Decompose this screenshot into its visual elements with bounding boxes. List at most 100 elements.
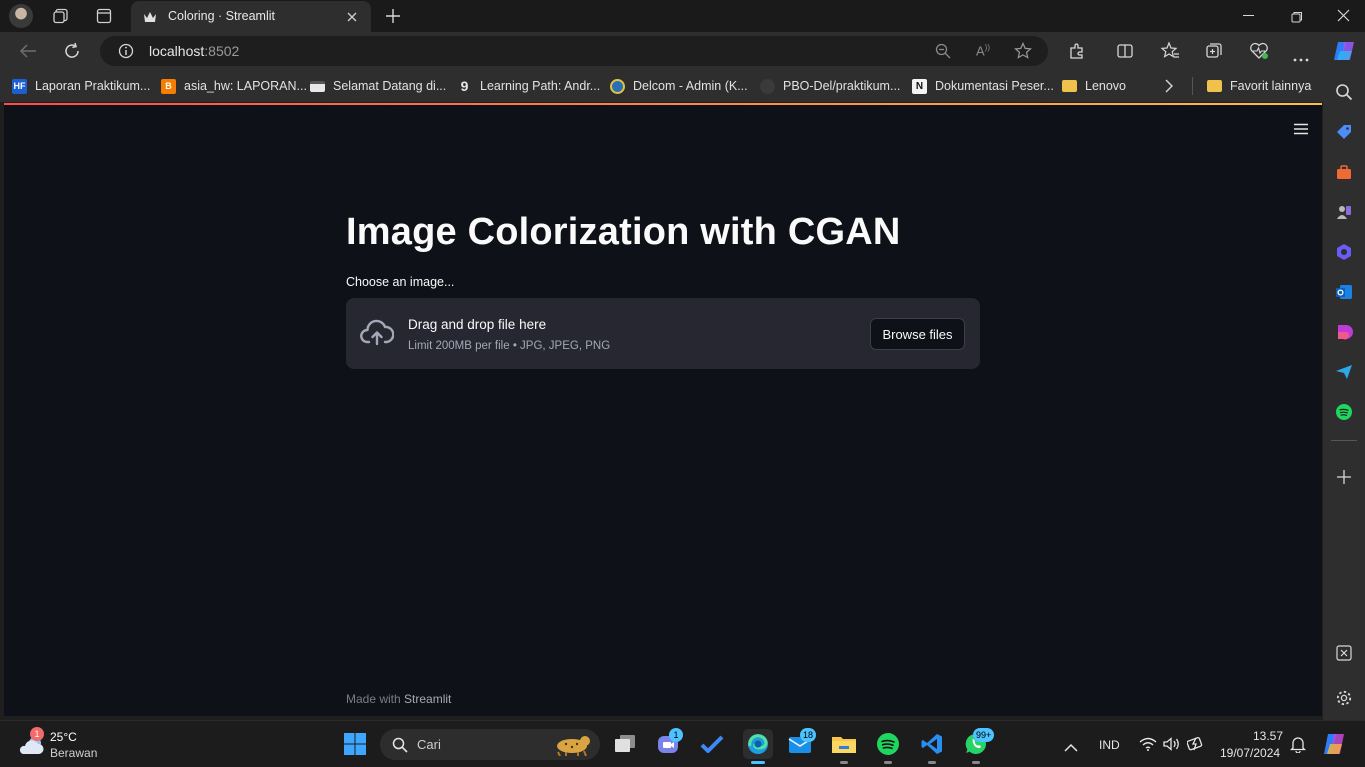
workspaces-icon[interactable] [53, 8, 69, 24]
spotify-icon[interactable] [875, 731, 901, 764]
battery-charging-icon[interactable] [1186, 736, 1205, 757]
favorite-label: Lenovo [1085, 79, 1127, 93]
edge-sidebar [1323, 70, 1365, 720]
favorite-star-icon[interactable] [1014, 42, 1032, 65]
spotify-sidebar-icon[interactable] [1334, 402, 1354, 422]
url-text: localhost:8502 [149, 43, 240, 59]
mail-badge: 18 [800, 728, 817, 742]
hide-sidebar-icon[interactable] [1334, 643, 1354, 663]
teams-meet-icon[interactable]: 1 [655, 728, 683, 757]
address-bar[interactable]: localhost:8502 A)) [100, 36, 1048, 66]
favorite-label: Learning Path: Andr... [480, 79, 601, 93]
windows-taskbar: 1 25°C Berawan Cari 1 18 99+ IND 13.57 1… [0, 720, 1365, 767]
language-indicator[interactable]: IND [1099, 738, 1120, 752]
github-icon [760, 78, 775, 94]
send-icon[interactable] [1334, 362, 1354, 382]
favorite-label: Selamat Datang di... [333, 79, 447, 93]
todo-check-icon[interactable] [699, 731, 725, 757]
taskbar-search[interactable]: Cari [380, 729, 600, 760]
designer-icon[interactable] [1334, 322, 1354, 342]
browse-files-button[interactable]: Browse files [870, 318, 965, 350]
new-tab-icon[interactable] [385, 8, 401, 29]
page-icon [310, 80, 325, 92]
vscode-icon[interactable] [919, 731, 945, 764]
vertical-tabs-icon[interactable] [96, 8, 112, 24]
chevron-right-icon[interactable] [1164, 79, 1174, 98]
footer: Made with Streamlit [346, 692, 451, 706]
zoom-icon[interactable] [935, 43, 951, 64]
favorite-item[interactable]: Lenovo [1062, 77, 1126, 95]
refresh-icon[interactable] [63, 42, 81, 65]
restore-icon[interactable] [1291, 10, 1303, 28]
task-view-icon[interactable] [612, 731, 638, 757]
close-tab-icon[interactable] [346, 10, 358, 28]
streamlit-crown-icon [143, 10, 157, 28]
favorite-item[interactable]: B asia_hw: LAPORAN... [161, 77, 307, 95]
dropzone-instructions: Drag and drop file here [408, 317, 547, 332]
favorite-item[interactable]: PBO-Del/praktikum... [760, 77, 900, 95]
favorite-item[interactable]: N Dokumentasi Peser... [912, 77, 1054, 95]
delcom-icon [610, 78, 625, 94]
volume-icon[interactable] [1163, 737, 1181, 756]
extensions-icon[interactable] [1068, 42, 1086, 65]
chevron-up-icon[interactable] [1064, 739, 1078, 757]
search-placeholder: Cari [417, 737, 441, 752]
favorite-item[interactable]: Selamat Datang di... [310, 77, 446, 95]
copilot-taskbar-icon[interactable] [1322, 732, 1346, 761]
cloud-upload-icon [360, 318, 395, 351]
search-icon[interactable] [1334, 82, 1354, 102]
close-window-icon[interactable] [1337, 9, 1350, 27]
streamlit-link[interactable]: Streamlit [404, 692, 451, 706]
tab-coloring[interactable]: Coloring · Streamlit [131, 1, 371, 32]
weather-widget[interactable]: 1 25°C Berawan [16, 727, 116, 763]
clock-date[interactable]: 19/07/2024 [1220, 746, 1280, 760]
split-screen-icon[interactable] [1116, 42, 1134, 65]
favorites-icon[interactable] [1160, 41, 1180, 66]
minimize-icon[interactable] [1243, 15, 1254, 16]
divider [1331, 440, 1357, 441]
site-info-icon[interactable] [118, 43, 134, 64]
games-icon[interactable] [1334, 202, 1354, 222]
settings-gear-icon[interactable] [1334, 688, 1354, 708]
start-windows-icon[interactable] [342, 731, 368, 757]
divider [1192, 77, 1193, 95]
notification-bell-icon[interactable] [1289, 736, 1307, 758]
add-icon[interactable] [1334, 467, 1354, 487]
footer-text: Made with [346, 692, 405, 706]
copilot-sidebar-icon[interactable] [1334, 242, 1354, 262]
uploader-label: Choose an image... [346, 275, 455, 289]
whatsapp-icon[interactable]: 99+ [963, 728, 995, 764]
more-menu-icon[interactable] [1293, 49, 1309, 67]
dropzone-limits: Limit 200MB per file • JPG, JPEG, PNG [408, 340, 611, 352]
favorites-more[interactable]: Favorit lainnya [1207, 77, 1311, 95]
tab-title: Coloring · Streamlit [168, 9, 275, 23]
favorite-item[interactable]: 9 Learning Path: Andr... [457, 77, 601, 95]
outlook-icon[interactable] [1334, 282, 1354, 302]
file-dropzone[interactable]: Drag and drop file here Limit 200MB per … [346, 298, 980, 369]
copilot-icon[interactable] [1332, 40, 1356, 67]
tools-icon[interactable] [1334, 162, 1354, 182]
profile-avatar[interactable] [9, 4, 33, 28]
wifi-icon[interactable] [1139, 737, 1157, 756]
favorite-item[interactable]: HF Laporan Praktikum... [12, 77, 150, 95]
clock-time[interactable]: 13.57 [1253, 729, 1283, 743]
edge-browser-icon[interactable] [743, 729, 773, 764]
hamburger-menu-icon[interactable] [1294, 122, 1308, 140]
mail-icon[interactable]: 18 [787, 728, 817, 757]
shopping-tag-icon[interactable] [1334, 122, 1354, 142]
favorite-label: Dokumentasi Peser... [935, 79, 1054, 93]
favorite-item[interactable]: Delcom - Admin (K... [610, 77, 748, 95]
hf-icon: HF [12, 78, 27, 94]
back-icon[interactable] [19, 43, 37, 64]
collections-icon[interactable] [1205, 42, 1223, 65]
whatsapp-badge: 99+ [973, 728, 995, 742]
notion-icon: N [912, 78, 927, 94]
browser-tab-bar: Coloring · Streamlit [0, 0, 1365, 32]
running-indicator [884, 761, 892, 764]
dicoding-icon: 9 [460, 78, 469, 94]
browser-essentials-icon[interactable] [1249, 42, 1269, 65]
read-aloud-icon[interactable]: A)) [976, 43, 990, 58]
page-title: Image Colorization with CGAN [346, 211, 901, 253]
file-explorer-icon[interactable] [831, 731, 857, 764]
folder-icon [1062, 80, 1077, 92]
